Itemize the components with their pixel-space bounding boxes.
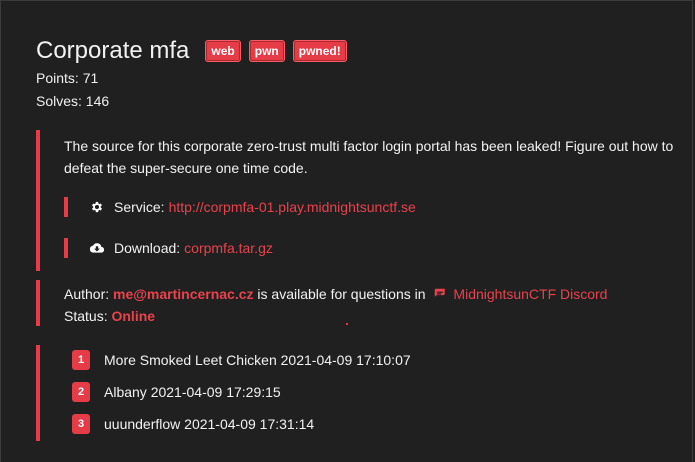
solves-text: Solves: 146 <box>36 93 110 109</box>
title-row: Corporate mfa web pwn pwned! <box>36 37 355 65</box>
description-block: The source for this corporate zero-trust… <box>36 130 680 271</box>
challenge-title: Corporate mfa <box>36 37 190 64</box>
solver-text: More Smoked Leet Chicken 2021-04-09 17:1… <box>104 352 411 368</box>
rank-badge: 2 <box>72 382 90 402</box>
download-row: Download: corpmfa.tar.gz <box>64 238 273 258</box>
author-block: Author: me@martincernac.cz is available … <box>36 280 680 326</box>
points-text: Points: 71 <box>36 70 99 86</box>
status-label: Status: <box>64 308 108 324</box>
rank-badge: 1 <box>72 350 90 370</box>
description-text: The source for this corporate zero-trust… <box>64 138 674 176</box>
tag-pwn: pwn <box>248 40 285 62</box>
chat-icon <box>435 288 446 297</box>
solver-row: 3 uuunderflow 2021-04-09 17:31:14 <box>72 414 314 434</box>
solver-text: Albany 2021-04-09 17:29:15 <box>104 384 281 400</box>
solver-row: 1 More Smoked Leet Chicken 2021-04-09 17… <box>72 350 411 370</box>
decorative-dot <box>346 323 348 325</box>
status-value: Online <box>111 308 156 324</box>
service-label: Service: <box>114 199 165 215</box>
solver-text: uuunderflow 2021-04-09 17:31:14 <box>104 416 315 432</box>
discord-link[interactable]: MidnightsunCTF Discord <box>453 286 607 302</box>
service-link[interactable]: http://corpmfa-01.play.midnightsunctf.se <box>169 199 416 215</box>
tag-web: web <box>205 40 241 62</box>
download-link[interactable]: corpmfa.tar.gz <box>184 240 273 256</box>
service-row: Service: http://corpmfa-01.play.midnight… <box>64 197 416 217</box>
author-email-link[interactable]: me@martincernac.cz <box>113 286 254 302</box>
solver-row: 2 Albany 2021-04-09 17:29:15 <box>72 382 281 402</box>
solvers-block: 1 More Smoked Leet Chicken 2021-04-09 17… <box>36 345 680 441</box>
author-middle-text: is available for questions in <box>257 286 426 302</box>
author-prefix: Author: <box>64 286 110 302</box>
gear-icon <box>91 201 103 213</box>
download-label: Download: <box>114 240 181 256</box>
tag-pwned: pwned! <box>292 40 347 62</box>
cloud-download-icon <box>90 243 104 253</box>
author-line: Author: me@martincernac.cz is available … <box>64 283 607 327</box>
challenge-panel: Corporate mfa web pwn pwned! Points: 71 … <box>0 0 693 462</box>
rank-badge: 3 <box>72 414 90 434</box>
